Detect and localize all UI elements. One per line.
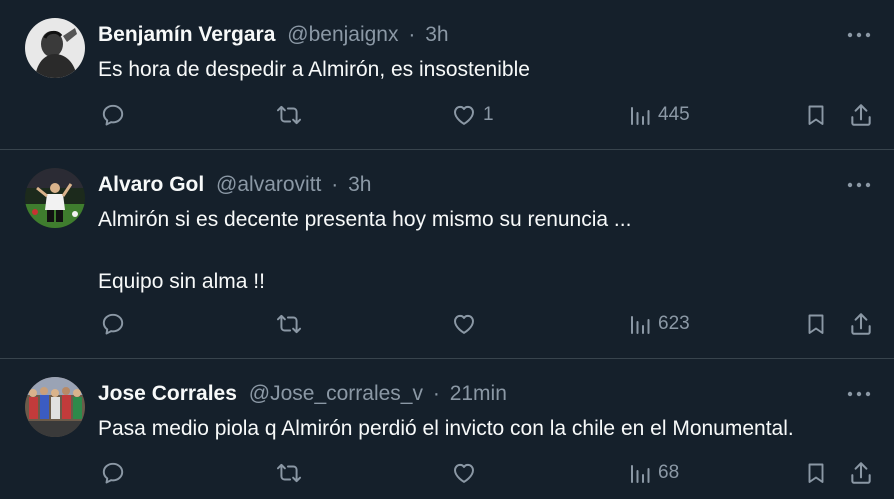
author-handle[interactable]: @Jose_corrales_v: [249, 382, 423, 405]
separator-dot: ·: [408, 23, 416, 46]
share-upload-icon: [851, 104, 871, 126]
retweet-arrows-icon: [276, 463, 302, 483]
tweet-text-line: Es hora de despedir a Almirón, es insost…: [98, 58, 530, 81]
timeline-feed: Benjamín Vergara @benjaignx · 3h Es hora…: [0, 0, 894, 499]
author-name[interactable]: Jose Corrales: [98, 382, 237, 405]
bar-chart-icon: [631, 465, 650, 483]
share-upload-icon: [851, 313, 871, 335]
like-button[interactable]: [451, 459, 483, 487]
tweet-header: Alvaro Gol @alvarovitt · 3h: [98, 172, 371, 198]
like-count: 1: [483, 104, 494, 125]
ellipsis-icon: [847, 391, 871, 397]
bookmark-icon: [808, 105, 824, 125]
share-button[interactable]: [848, 459, 874, 487]
views-button[interactable]: 623: [628, 310, 690, 338]
more-options-button[interactable]: [846, 26, 872, 44]
bookmark-icon: [808, 463, 824, 483]
author-handle[interactable]: @alvarovitt: [216, 173, 321, 196]
share-upload-icon: [851, 462, 871, 484]
tweet-text-line: Almirón si es decente presenta hoy mismo…: [98, 208, 632, 231]
view-count: 623: [658, 313, 690, 334]
tweet-header: Jose Corrales @Jose_corrales_v · 21min: [98, 381, 507, 407]
tweet-text: Pasa medio piola q Almirón perdió el inv…: [98, 415, 794, 443]
reply-button[interactable]: [100, 310, 126, 338]
view-count: 68: [658, 462, 680, 483]
speech-bubble-icon: [102, 104, 124, 126]
retweet-button[interactable]: [275, 459, 303, 487]
more-options-button[interactable]: [846, 176, 872, 194]
author-handle[interactable]: @benjaignx: [287, 23, 398, 46]
avatar[interactable]: [25, 18, 85, 78]
bookmark-button[interactable]: [804, 101, 828, 129]
avatar[interactable]: [25, 377, 85, 437]
separator-dot: ·: [432, 382, 440, 405]
heart-icon: [454, 314, 474, 334]
tweet-text: Es hora de despedir a Almirón, es insost…: [98, 56, 530, 84]
retweet-button[interactable]: [275, 101, 303, 129]
views-button[interactable]: 68: [628, 459, 679, 487]
ellipsis-icon: [847, 182, 871, 188]
bar-chart-icon: [631, 107, 650, 125]
tweet-text: Almirón si es decente presenta hoy mismo…: [98, 206, 631, 296]
reply-button[interactable]: [100, 101, 126, 129]
tweet-actions: 68: [0, 459, 894, 487]
tweet-text-line: Equipo sin alma !!: [98, 270, 265, 293]
tweet-header: Benjamín Vergara @benjaignx · 3h: [98, 22, 449, 48]
speech-bubble-icon: [102, 462, 124, 484]
tweet-actions: 1 445: [0, 101, 894, 129]
speech-bubble-icon: [102, 313, 124, 335]
author-name[interactable]: Benjamín Vergara: [98, 23, 275, 46]
view-count: 445: [658, 104, 690, 125]
tweet[interactable]: Benjamín Vergara @benjaignx · 3h Es hora…: [0, 0, 894, 150]
timestamp[interactable]: 3h: [348, 173, 371, 196]
retweet-arrows-icon: [276, 105, 302, 125]
bar-chart-icon: [631, 316, 650, 334]
retweet-arrows-icon: [276, 314, 302, 334]
timestamp[interactable]: 3h: [425, 23, 448, 46]
heart-icon: [454, 463, 474, 483]
reply-button[interactable]: [100, 459, 126, 487]
more-options-button[interactable]: [846, 385, 872, 403]
tweet-text-line: Pasa medio piola q Almirón perdió el inv…: [98, 417, 794, 440]
like-button[interactable]: 1: [451, 101, 494, 129]
ellipsis-icon: [847, 32, 871, 38]
author-name[interactable]: Alvaro Gol: [98, 173, 204, 196]
avatar[interactable]: [25, 168, 85, 228]
separator-dot: ·: [331, 173, 339, 196]
bookmark-icon: [808, 314, 824, 334]
tweet[interactable]: Jose Corrales @Jose_corrales_v · 21min P…: [0, 359, 894, 499]
timestamp[interactable]: 21min: [450, 382, 507, 405]
retweet-button[interactable]: [275, 310, 303, 338]
like-button[interactable]: [451, 310, 483, 338]
bookmark-button[interactable]: [804, 310, 828, 338]
bookmark-button[interactable]: [804, 459, 828, 487]
views-button[interactable]: 445: [628, 101, 690, 129]
share-button[interactable]: [848, 101, 874, 129]
share-button[interactable]: [848, 310, 874, 338]
tweet-actions: 623: [0, 310, 894, 338]
heart-icon: [454, 105, 474, 125]
tweet[interactable]: Alvaro Gol @alvarovitt · 3h Almirón si e…: [0, 150, 894, 359]
